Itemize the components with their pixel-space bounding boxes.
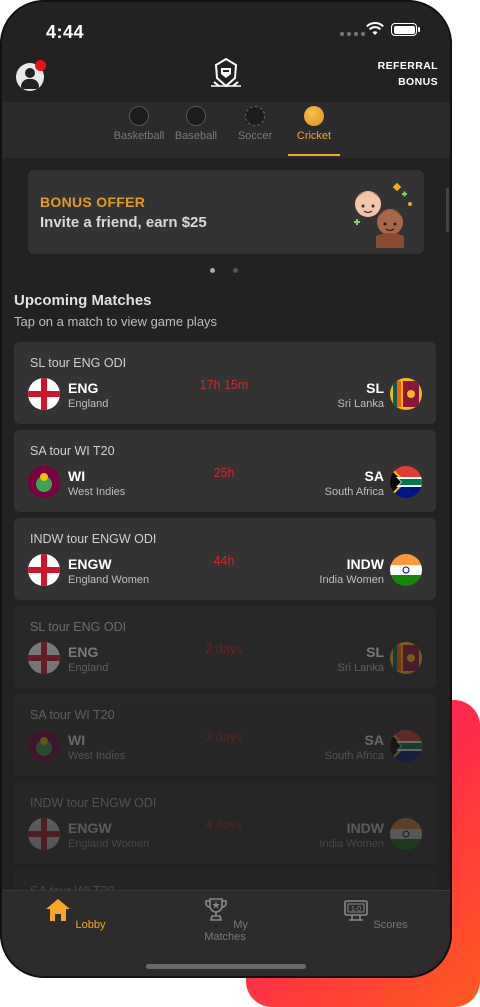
england-flag-icon xyxy=(28,378,60,410)
match-card[interactable]: INDW tour ENGW ODI ENGW England Women 4 … xyxy=(14,782,436,864)
user-icon xyxy=(25,68,35,78)
home-team-code: ENGW xyxy=(68,820,112,836)
match-tour: INDW tour ENGW ODI xyxy=(30,796,157,810)
england-flag-icon xyxy=(28,554,60,586)
tab-basketball[interactable]: Basketball xyxy=(108,106,170,142)
home-team-code: ENG xyxy=(68,644,99,660)
match-tour: INDW tour ENGW ODI xyxy=(30,532,157,546)
home-team-code: WI xyxy=(68,732,86,748)
friends-illustration xyxy=(354,182,412,248)
away-team-code: INDW xyxy=(346,820,384,836)
section-subtitle: Tap on a match to view game plays xyxy=(14,314,218,329)
scrollbar[interactable] xyxy=(446,188,449,232)
tab-soccer[interactable]: Soccer xyxy=(230,106,280,142)
cricket-ball-icon xyxy=(304,106,324,126)
wifi-icon xyxy=(366,22,384,35)
match-tour: SA tour WI T20 xyxy=(30,708,115,722)
home-team-name: West Indies xyxy=(68,750,126,762)
banner-subtitle: Invite a friend, earn $25 xyxy=(40,214,207,231)
away-team-code: SL xyxy=(366,380,384,396)
app-logo xyxy=(211,57,241,88)
scoreboard-icon: 1-0 xyxy=(344,900,369,921)
profile-button[interactable] xyxy=(16,60,46,91)
west-indies-flag-icon xyxy=(28,730,60,762)
away-team-name: Sri Lanka xyxy=(337,398,384,410)
banner-pager[interactable] xyxy=(210,268,238,273)
match-card[interactable]: INDW tour ENGW ODI ENGW England Women 44… xyxy=(14,518,436,600)
svg-text:1-0: 1-0 xyxy=(351,906,361,913)
home-team-name: West Indies xyxy=(68,486,126,498)
notification-dot xyxy=(35,60,46,71)
pager-dot-active[interactable] xyxy=(210,268,215,273)
england-flag-icon xyxy=(28,818,60,850)
status-bar: 4:44 xyxy=(2,2,450,48)
battery-icon xyxy=(391,23,420,36)
england-flag-icon xyxy=(28,642,60,674)
bonus-offer-banner[interactable]: BONUS OFFER Invite a friend, earn $25 xyxy=(28,170,424,254)
home-icon xyxy=(46,899,71,921)
tab-cricket[interactable]: Cricket xyxy=(288,106,340,142)
home-team-name: England xyxy=(68,398,109,410)
match-card[interactable]: SL tour ENG ODI ENG England 2 days SL Sr… xyxy=(14,606,436,688)
trophy-icon xyxy=(205,898,227,921)
away-team-code: INDW xyxy=(346,556,384,572)
away-team-name: South Africa xyxy=(324,486,384,498)
india-flag-icon xyxy=(390,818,422,850)
away-team-code: SL xyxy=(366,644,384,660)
away-team-name: India Women xyxy=(319,574,384,586)
match-countdown: 17h 15m xyxy=(199,378,249,392)
match-countdown: 44h xyxy=(213,554,235,568)
home-team-code: WI xyxy=(68,468,86,484)
match-countdown: 2 days xyxy=(205,642,243,656)
banner-title: BONUS OFFER xyxy=(40,194,146,210)
match-card[interactable]: SA tour WI T20 WI West Indies 25h SA Sou… xyxy=(14,430,436,512)
match-countdown: 25h xyxy=(213,466,235,480)
home-team-name: England xyxy=(68,662,109,674)
phone-frame: 4:44 REFERRAL BONUS Basketball Baseball … xyxy=(0,0,452,978)
west-indies-flag-icon xyxy=(28,466,60,498)
india-flag-icon xyxy=(390,554,422,586)
home-team-code: ENG xyxy=(68,380,99,396)
signal-dots-icon xyxy=(340,32,365,36)
status-time: 4:44 xyxy=(46,22,85,42)
active-tab-indicator xyxy=(288,154,340,156)
match-countdown: 4 days xyxy=(205,818,243,832)
match-countdown: 3 days xyxy=(205,730,243,744)
match-card[interactable]: SL tour ENG ODI ENG England 17h 15m SL S… xyxy=(14,342,436,424)
referral-label-line2: BONUS xyxy=(398,76,438,88)
nav-scores[interactable]: 1-0 Scores xyxy=(330,896,420,931)
soccer-ball-icon xyxy=(245,106,265,126)
nav-lobby[interactable]: Lobby xyxy=(30,896,120,931)
home-team-name: England Women xyxy=(68,574,150,586)
basketball-icon xyxy=(129,106,149,126)
nav-my-matches[interactable]: My Matches xyxy=(180,896,270,943)
south-africa-flag-icon xyxy=(390,730,422,762)
section-title: Upcoming Matches xyxy=(14,292,152,309)
home-team-name: England Women xyxy=(68,838,150,850)
referral-bonus-button[interactable]: REFERRAL BONUS xyxy=(368,58,438,90)
pager-dot[interactable] xyxy=(233,268,238,273)
referral-label-line1: REFERRAL xyxy=(377,60,438,72)
home-team-code: ENGW xyxy=(68,556,112,572)
away-team-name: South Africa xyxy=(324,750,384,762)
sri-lanka-flag-icon xyxy=(390,378,422,410)
sport-tabs xyxy=(2,102,450,158)
home-indicator xyxy=(146,964,306,969)
match-card[interactable]: SA tour WI T20 WI West Indies 3 days SA … xyxy=(14,694,436,776)
away-team-name: India Women xyxy=(319,838,384,850)
sri-lanka-flag-icon xyxy=(390,642,422,674)
south-africa-flag-icon xyxy=(390,466,422,498)
tab-baseball[interactable]: Baseball xyxy=(170,106,222,142)
app-screen: 4:44 REFERRAL BONUS Basketball Baseball … xyxy=(2,2,450,976)
away-team-code: SA xyxy=(364,732,384,748)
baseball-icon xyxy=(186,106,206,126)
away-team-name: Sri Lanka xyxy=(337,662,384,674)
match-tour: SA tour WI T20 xyxy=(30,444,115,458)
away-team-code: SA xyxy=(364,468,384,484)
match-tour: SL tour ENG ODI xyxy=(30,620,127,634)
match-tour: SL tour ENG ODI xyxy=(30,356,127,370)
